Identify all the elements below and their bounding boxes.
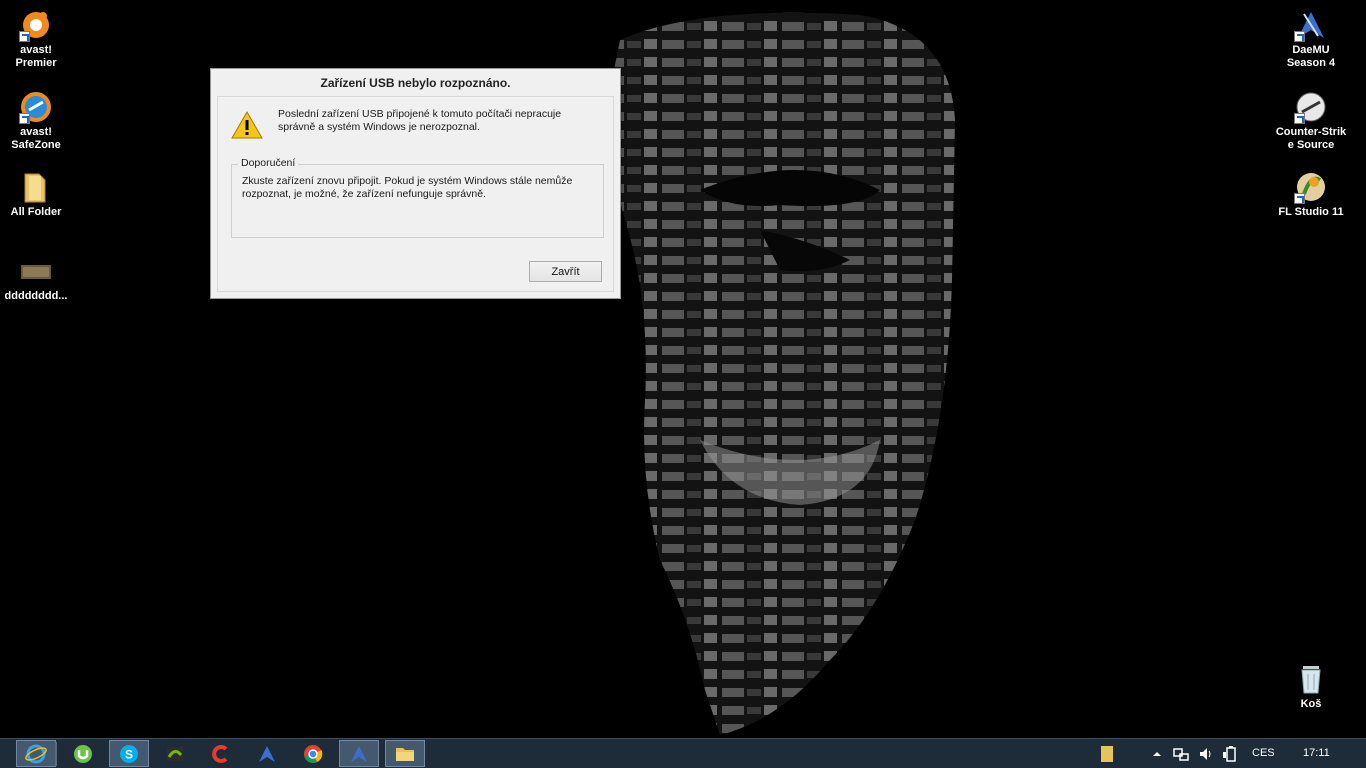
avast-icon: [19, 8, 53, 42]
recommendation-group: Doporučení Zkuste zařízení znovu připoji…: [231, 157, 604, 238]
desktop-icon-all-folder[interactable]: All Folder: [0, 170, 74, 219]
recycle-bin-icon: [1294, 662, 1328, 696]
usb-error-dialog: Zařízení USB nebylo rozpoznáno. Poslední…: [210, 68, 621, 299]
chevron-up-icon: [1153, 752, 1161, 756]
taskbar-separator: [55, 742, 57, 766]
svg-text:S: S: [125, 747, 133, 761]
icon-label: SafeZone: [11, 139, 61, 151]
internet-explorer-icon: [25, 744, 47, 763]
tray-battery[interactable]: [1221, 745, 1239, 763]
icon-label: DaeMU: [1292, 44, 1330, 56]
desktop-icon-fl-studio[interactable]: FL Studio 11: [1273, 170, 1349, 219]
daemu-icon: [1294, 8, 1328, 42]
shortcut-arrow-icon: [19, 113, 30, 124]
icon-label: avast!: [20, 126, 52, 138]
folder-icon: [396, 747, 414, 761]
fl-studio-icon: [1294, 170, 1328, 204]
dialog-content: Poslední zařízení USB připojené k tomuto…: [217, 96, 614, 292]
daemu-icon: [259, 745, 275, 762]
taskbar-nvidia[interactable]: [155, 740, 195, 767]
desktop-icon-dddd-file[interactable]: dddddddd...: [0, 262, 74, 303]
taskbar-daemu[interactable]: [247, 740, 287, 767]
shortcut-arrow-icon: [19, 31, 30, 42]
close-button[interactable]: Zavřít: [529, 261, 602, 282]
taskbar-skype[interactable]: S: [109, 740, 149, 767]
taskbar-internet-explorer[interactable]: [16, 740, 56, 767]
desktop-wallpaper: [609, 12, 955, 736]
tray-volume[interactable]: [1197, 745, 1215, 763]
network-icon: [1173, 748, 1189, 761]
safezone-icon: [19, 90, 53, 124]
icon-label: avast!: [20, 44, 52, 56]
image-file-icon: [19, 262, 53, 282]
chrome-icon: [304, 744, 323, 763]
shortcut-arrow-icon: [1294, 113, 1305, 124]
dialog-message: Poslední zařízení USB připojené k tomuto…: [278, 108, 562, 133]
desktop-icon-recycle-bin[interactable]: Koš: [1273, 662, 1349, 711]
utorrent-icon: [74, 744, 92, 763]
taskbar: S CES 17:11: [0, 738, 1366, 768]
tray-file[interactable]: [1100, 745, 1114, 763]
warning-icon: [231, 110, 263, 139]
taskbar-daemu-running[interactable]: [339, 740, 379, 767]
recommendation-text: Zkuste zařízení znovu připojit. Pokud je…: [242, 175, 573, 200]
icon-label: FL Studio 11: [1278, 206, 1344, 218]
tray-network[interactable]: [1172, 745, 1190, 763]
shortcut-arrow-icon: [1294, 193, 1305, 204]
icon-label: Counter-Strik: [1275, 126, 1347, 138]
counter-strike-icon: [1294, 90, 1328, 124]
desktop-icon-avast-safezone[interactable]: avast! SafeZone: [0, 90, 74, 152]
tray-show-hidden[interactable]: [1150, 745, 1164, 763]
icon-label: Premier: [15, 57, 57, 69]
battery-plug-icon: [1223, 746, 1236, 762]
daemu-icon: [351, 745, 367, 762]
desktop-icon-avast-premier[interactable]: avast! Premier: [0, 8, 74, 70]
shortcut-arrow-icon: [1294, 31, 1305, 42]
skype-icon: S: [120, 744, 138, 763]
taskbar-ccleaner[interactable]: [201, 740, 241, 767]
clock[interactable]: 17:11: [1303, 747, 1330, 759]
folder-icon: [19, 170, 53, 204]
speaker-icon: [1200, 748, 1211, 760]
icon-label: dddddddd...: [4, 290, 68, 302]
language-indicator[interactable]: CES: [1252, 747, 1275, 759]
taskbar-chrome[interactable]: [293, 740, 333, 767]
icon-label: Season 4: [1286, 57, 1336, 69]
desktop-icon-daemu[interactable]: DaeMU Season 4: [1273, 8, 1349, 70]
taskbar-file-explorer[interactable]: [385, 740, 425, 767]
recommendation-title: Doporučení: [238, 157, 299, 169]
ccleaner-icon: [212, 744, 228, 763]
taskbar-utorrent[interactable]: [63, 740, 103, 767]
nvidia-icon: [167, 746, 183, 761]
dialog-title: Zařízení USB nebylo rozpoznáno.: [320, 76, 511, 90]
icon-label: Koš: [1300, 698, 1322, 710]
icon-label: All Folder: [10, 206, 62, 218]
file-icon: [1101, 746, 1113, 762]
icon-label: e Source: [1287, 139, 1335, 151]
desktop-icon-counter-strike[interactable]: Counter-Strik e Source: [1273, 90, 1349, 152]
